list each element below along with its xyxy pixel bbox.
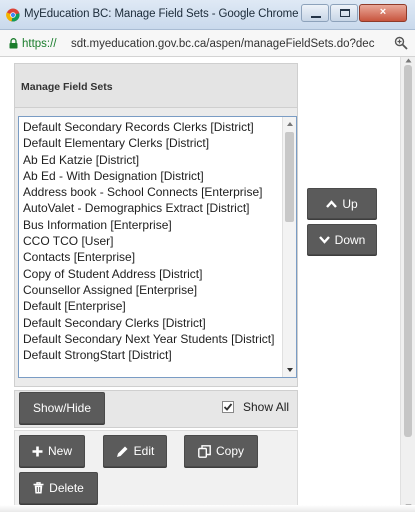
new-button[interactable]: New (19, 435, 85, 467)
chevron-down-icon (318, 235, 330, 244)
lock-icon (9, 38, 18, 49)
show-all-checkbox[interactable] (222, 401, 234, 413)
panel-title: Manage Field Sets (21, 81, 113, 93)
edit-button[interactable]: Edit (103, 435, 167, 467)
listbox-scrollbar[interactable] (282, 117, 296, 377)
field-set-option[interactable]: Address book - School Connects [Enterpri… (19, 184, 283, 200)
field-set-option[interactable]: Contacts [Enterprise] (19, 249, 283, 265)
field-set-option[interactable]: Default Secondary Next Year Students [Di… (19, 331, 283, 347)
show-hide-label: Show/Hide (32, 401, 92, 415)
checkmark-icon (223, 403, 233, 411)
field-set-option[interactable]: Default StrongStart [District] (19, 347, 283, 363)
page-scroll-thumb[interactable] (404, 65, 412, 437)
move-up-button[interactable]: Up (307, 188, 377, 219)
window-title: MyEducation BC: Manage Field Sets - Goog… (24, 8, 299, 20)
plus-icon (32, 446, 43, 456)
move-down-label: Down (334, 232, 366, 247)
field-set-option[interactable]: Default [Enterprise] (19, 298, 283, 314)
field-set-option[interactable]: Ab Ed - With Designation [District] (19, 168, 283, 184)
field-set-option[interactable]: CCO TCO [User] (19, 233, 283, 249)
delete-button[interactable]: Delete (19, 472, 98, 504)
field-sets-listbox[interactable]: Default Secondary Records Clerks [Distri… (18, 116, 297, 378)
panel-header: Manage Field Sets (15, 64, 297, 108)
move-up-label: Up (342, 196, 358, 211)
chrome-icon (6, 8, 20, 22)
move-down-button[interactable]: Down (307, 224, 377, 255)
zoom-icon[interactable] (394, 36, 408, 50)
field-sets-list: Default Secondary Records Clerks [Distri… (19, 119, 283, 363)
minimize-button[interactable] (301, 4, 329, 22)
field-set-option[interactable]: Bus Information [Enterprise] (19, 217, 283, 233)
pencil-icon (116, 446, 128, 457)
url-scheme: https:// (22, 38, 57, 50)
edit-label: Edit (133, 444, 155, 458)
close-button[interactable]: × (359, 4, 407, 22)
field-set-option[interactable]: Default Secondary Records Clerks [Distri… (19, 119, 283, 135)
copy-icon (198, 444, 211, 458)
manage-field-sets-panel: Manage Field Sets Default Secondary Reco… (14, 63, 298, 387)
field-set-option[interactable]: Ab Ed Katzie [District] (19, 152, 283, 168)
field-set-option[interactable]: AutoValet - Demographics Extract [Distri… (19, 200, 283, 216)
address-bar[interactable]: https:// sdt.myeducation.gov.bc.ca/aspen… (0, 30, 415, 57)
window-titlebar: MyEducation BC: Manage Field Sets - Goog… (0, 0, 415, 30)
maximize-button[interactable] (330, 4, 358, 22)
delete-label: Delete (49, 481, 84, 495)
field-set-option[interactable]: Default Elementary Clerks [District] (19, 135, 283, 151)
page-scrollbar[interactable] (400, 57, 415, 512)
minimize-icon (311, 16, 321, 18)
url-text: sdt.myeducation.gov.bc.ca/aspen/manageFi… (71, 38, 375, 50)
chevron-up-icon (326, 199, 338, 208)
new-label: New (47, 444, 72, 458)
show-hide-button[interactable]: Show/Hide (19, 392, 105, 424)
close-icon: × (379, 6, 387, 18)
trash-icon (33, 482, 44, 494)
copy-button[interactable]: Copy (184, 435, 258, 467)
field-set-option[interactable]: Default Secondary Clerks [District] (19, 315, 283, 331)
listbox-scroll-thumb[interactable] (285, 132, 294, 222)
copy-label: Copy (215, 444, 244, 458)
page-content: Manage Field Sets Default Secondary Reco… (0, 57, 415, 512)
scroll-up-arrow-icon[interactable] (286, 120, 294, 128)
maximize-icon (340, 9, 350, 17)
scroll-down-arrow-icon[interactable] (286, 366, 294, 374)
page-scroll-up-icon[interactable] (405, 58, 412, 63)
show-all-label: Show All (243, 400, 290, 414)
field-set-option[interactable]: Counsellor Assigned [Enterprise] (19, 282, 283, 298)
field-set-option[interactable]: Copy of Student Address [District] (19, 266, 283, 282)
window-bottom-edge (0, 505, 415, 512)
